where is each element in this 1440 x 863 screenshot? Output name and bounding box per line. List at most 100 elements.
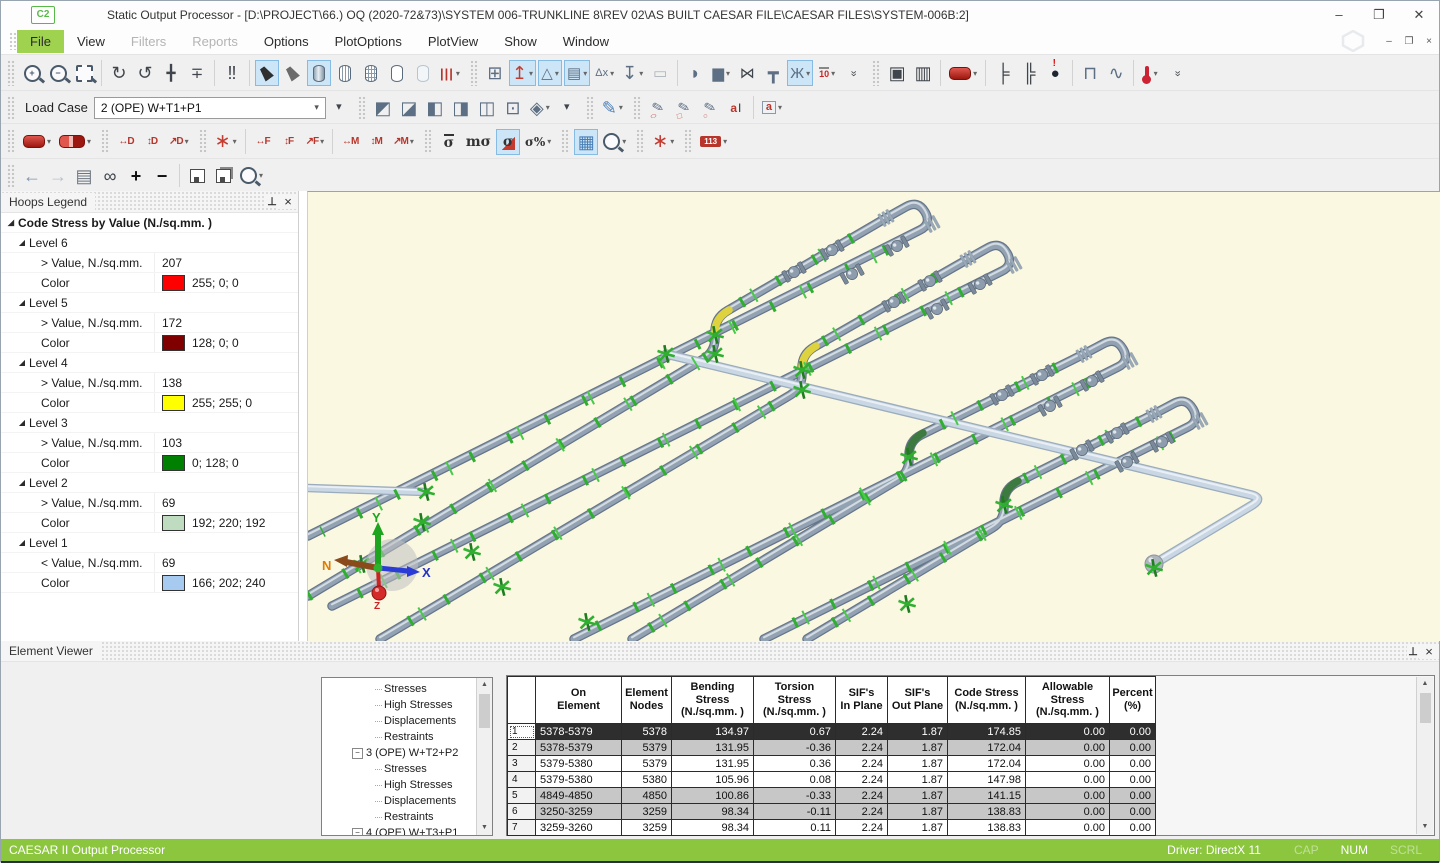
table-scrollbar[interactable]: ▲ ▼ [1416, 677, 1433, 834]
minimize-button[interactable]: – [1319, 1, 1359, 28]
menu-plotview[interactable]: PlotView [415, 30, 491, 53]
menu-show[interactable]: Show [491, 30, 550, 53]
table-cell[interactable]: 1.87 [888, 772, 948, 788]
render-silhouette-icon[interactable]: |||▾ [437, 60, 463, 86]
legend-level-node[interactable]: ◢Level 1 [1, 533, 298, 553]
menu-file[interactable]: File [17, 30, 64, 53]
row-number-cell[interactable]: 4 [508, 772, 536, 788]
table-cell[interactable]: 0.00 [1026, 772, 1110, 788]
view-cube-1-icon[interactable]: ◩ [371, 95, 395, 121]
table-row[interactable]: 45379-53805380105.960.082.241.87147.980.… [508, 772, 1156, 788]
binoculars-icon[interactable]: ∞ [98, 163, 122, 189]
table-cell[interactable]: 141.15 [948, 788, 1026, 804]
displacement-r-icon[interactable]: ↗D▾ [166, 129, 192, 155]
table-cell[interactable]: 100.86 [672, 788, 754, 804]
table-cell[interactable]: 0.00 [1026, 804, 1110, 820]
expanded-arrow-icon[interactable]: ◢ [15, 298, 29, 307]
dropdown-arrow-icon[interactable]: ▾ [973, 69, 977, 78]
render-translucent-icon[interactable] [411, 60, 435, 86]
platform-icon[interactable]: ⊓ [1078, 60, 1102, 86]
toolbar-grip[interactable] [7, 129, 16, 154]
force-r-icon[interactable]: ↗F▾ [303, 129, 328, 155]
forward-icon[interactable]: → [46, 163, 70, 189]
tree-item[interactable]: −4 (OPE) W+T3+P1 [322, 825, 492, 836]
stress-fill-icon[interactable]: σ [496, 129, 520, 155]
view-cube-2-icon[interactable]: ◪ [397, 95, 421, 121]
table-cell[interactable]: 98.34 [672, 820, 754, 836]
tree-item[interactable]: ····High Stresses [322, 697, 492, 713]
report-scroll-icon[interactable]: ▤ [72, 163, 96, 189]
annotate-ellipse-icon[interactable]: ✎ [646, 95, 670, 121]
legend-close-icon[interactable]: × [278, 194, 298, 209]
table-cell[interactable]: 0.00 [1110, 820, 1156, 836]
dropdown-arrow-icon[interactable]: ▾ [726, 69, 730, 78]
zoom-window-icon[interactable] [72, 60, 96, 86]
dropdown-arrow-icon[interactable]: ▾ [610, 69, 614, 78]
table-cell[interactable]: 0.67 [754, 724, 836, 740]
stress-max-icon[interactable]: σ [437, 129, 461, 155]
expansion-joint-icon[interactable]: ⋈ [735, 60, 759, 86]
row-overflow-icon[interactable]: » [841, 60, 865, 86]
stress-m-icon[interactable]: mσ [463, 129, 494, 155]
table-header[interactable]: Allowable Stress (N./sq.mm. ) [1026, 677, 1110, 724]
table-cell[interactable]: 5379-5380 [536, 772, 622, 788]
tees-icon[interactable]: ┳ [761, 60, 785, 86]
table-cell[interactable]: 4850 [622, 788, 672, 804]
legend-color-row[interactable]: Color128; 0; 0 [1, 333, 298, 353]
table-cell[interactable]: 2.24 [836, 756, 888, 772]
table-cell[interactable]: 172.04 [948, 740, 1026, 756]
view-cube-6-icon[interactable]: ⊡ [501, 95, 525, 121]
toolbar-grip[interactable] [872, 60, 881, 85]
dropdown-arrow-icon[interactable]: ▾ [583, 69, 587, 78]
render-wireframe-icon[interactable] [333, 60, 357, 86]
legend-level-node[interactable]: ◢Level 3 [1, 413, 298, 433]
table-cell[interactable]: 0.00 [1026, 724, 1110, 740]
legend-root-node[interactable]: ◢Code Stress by Value (N./sq.mm. ) [1, 213, 298, 233]
volumes-icon[interactable]: ◗ [683, 60, 707, 86]
table-cell[interactable]: -0.11 [754, 804, 836, 820]
toolbar-grip[interactable] [586, 96, 595, 119]
burst-icon[interactable]: ∗▾ [649, 129, 677, 155]
toolbar-grip[interactable] [7, 60, 16, 85]
tree-item[interactable]: −3 (OPE) W+T2+P2 [322, 745, 492, 761]
wave-surface-icon[interactable]: ∿ [1104, 60, 1128, 86]
legend-level-node[interactable]: ◢Level 4 [1, 353, 298, 373]
table-row[interactable]: 54849-48504850100.86-0.332.241.87141.150… [508, 788, 1156, 804]
legend-color-row[interactable]: Color166; 202; 240 [1, 573, 298, 593]
mdi-minimize-button[interactable]: – [1379, 36, 1399, 47]
collapse-box-icon[interactable]: − [352, 828, 363, 837]
table-header[interactable]: SIF's Out Plane [888, 677, 948, 724]
table-header[interactable]: Code Stress (N./sq.mm. ) [948, 677, 1026, 724]
row-number-cell[interactable]: 7 [508, 820, 536, 836]
toolbar-grip[interactable] [561, 129, 570, 154]
moment-r-icon[interactable]: ↗M▾ [390, 129, 417, 155]
table-header[interactable]: SIF's In Plane [836, 677, 888, 724]
legend-value-row[interactable]: > Value, N./sq.mm.69 [1, 493, 298, 513]
annotate-rectangle-icon[interactable]: ✎ [672, 95, 696, 121]
scroll-down-icon[interactable]: ▼ [1422, 820, 1429, 834]
save-all-views-icon[interactable] [211, 163, 235, 189]
legend-level-node[interactable]: ◢Level 2 [1, 473, 298, 493]
table-cell[interactable]: 2.24 [836, 804, 888, 820]
table-cell[interactable]: 1.87 [888, 788, 948, 804]
orbit-icon[interactable]: ↺ [133, 60, 157, 86]
table-cell[interactable]: 105.96 [672, 772, 754, 788]
flanges-icon[interactable]: ▭ [648, 60, 672, 86]
row-more-icon[interactable]: » [1165, 60, 1189, 86]
pin-icon[interactable]: ⊥ [1407, 645, 1419, 658]
expanded-arrow-icon[interactable]: ◢ [15, 358, 29, 367]
tree-item[interactable]: ····High Stresses [322, 777, 492, 793]
legend-color-row[interactable]: Color192; 220; 192 [1, 513, 298, 533]
toolbox-icon[interactable]: ▣ [885, 60, 909, 86]
table-cell[interactable]: 138.83 [948, 820, 1026, 836]
dropdown-arrow-icon[interactable]: ▾ [185, 137, 189, 146]
table-cell[interactable]: 0.00 [1110, 772, 1156, 788]
expanded-arrow-icon[interactable]: ◢ [4, 218, 18, 227]
table-header[interactable] [508, 677, 536, 724]
dropdown-arrow-icon[interactable]: ▾ [619, 103, 623, 112]
toolbar-grip[interactable] [7, 96, 16, 119]
table-cell[interactable]: -0.36 [754, 740, 836, 756]
toolbar-grip[interactable] [358, 96, 367, 119]
table-cell[interactable]: 3259-3260 [536, 820, 622, 836]
row-number-cell[interactable]: 1 [508, 724, 536, 740]
